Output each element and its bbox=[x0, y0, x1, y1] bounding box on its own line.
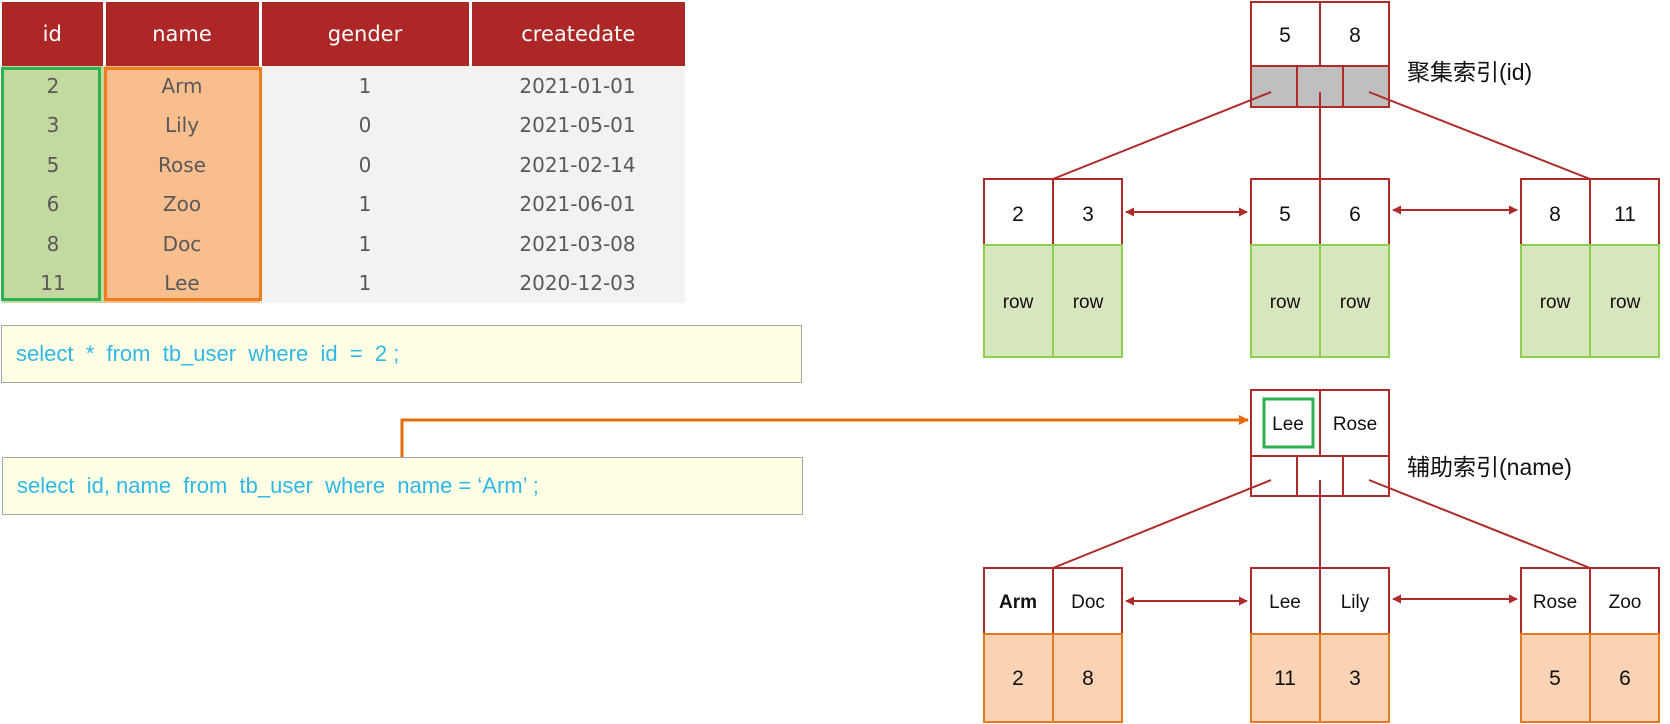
row-data: row bbox=[1270, 292, 1301, 313]
leaf-key: Zoo bbox=[1609, 592, 1642, 613]
primary-key-value: 8 bbox=[1082, 667, 1094, 690]
row-data: row bbox=[1340, 292, 1371, 313]
clustered-leaf: 8 11 row row bbox=[1520, 178, 1660, 358]
lookup-arrow bbox=[400, 415, 1249, 457]
clustered-root-key: 5 bbox=[1279, 24, 1291, 47]
leaf-key: 5 bbox=[1279, 203, 1291, 226]
leaf-key: 11 bbox=[1614, 203, 1636, 226]
leaf-key: Lily bbox=[1341, 592, 1370, 613]
secondary-index-label: 辅助索引(name) bbox=[1407, 454, 1572, 480]
leaf-key: 6 bbox=[1349, 203, 1361, 226]
index-trees: 5 8 聚集索引(id) 2 3 row row 5 6 row row 8 1… bbox=[400, 1, 1660, 723]
clustered-root-key: 8 bbox=[1349, 24, 1361, 47]
row-data: row bbox=[1610, 292, 1641, 313]
clustered-index-label: 聚集索引(id) bbox=[1407, 59, 1532, 85]
secondary-root-key: Lee bbox=[1272, 414, 1304, 435]
row-data: row bbox=[1073, 292, 1104, 313]
leaf-key: 3 bbox=[1082, 203, 1094, 226]
primary-key-value: 11 bbox=[1274, 667, 1296, 690]
primary-key-value: 5 bbox=[1549, 667, 1561, 690]
secondary-root-key: Rose bbox=[1333, 414, 1377, 435]
leaf-key: Rose bbox=[1533, 592, 1577, 613]
primary-key-value: 3 bbox=[1349, 667, 1361, 690]
leaf-key: Doc bbox=[1071, 592, 1105, 613]
clustered-leaf: 2 3 row row bbox=[983, 178, 1123, 358]
leaf-key: Arm bbox=[999, 592, 1037, 613]
row-data: row bbox=[1003, 292, 1034, 313]
clustered-leaf: 5 6 row row bbox=[1250, 178, 1390, 358]
leaf-key: 2 bbox=[1012, 203, 1024, 226]
row-data: row bbox=[1540, 292, 1571, 313]
primary-key-value: 2 bbox=[1012, 667, 1024, 690]
secondary-leaf: Arm Doc 2 8 bbox=[983, 567, 1123, 723]
leaf-key: Lee bbox=[1269, 592, 1301, 613]
clustered-index-root: 5 8 bbox=[1250, 1, 1390, 108]
primary-key-value: 6 bbox=[1619, 667, 1631, 690]
secondary-leaf: Rose Zoo 5 6 bbox=[1520, 567, 1660, 723]
leaf-key: 8 bbox=[1549, 203, 1561, 226]
secondary-leaf: Lee Lily 11 3 bbox=[1250, 567, 1390, 723]
